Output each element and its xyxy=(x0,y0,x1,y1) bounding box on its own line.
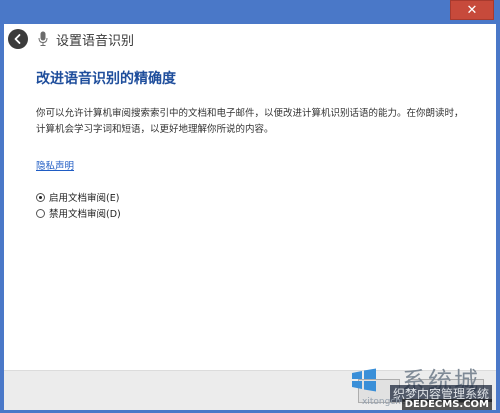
wizard-content: 改进语音识别的精确度 你可以允许计算机审阅搜索索引中的文档和电子邮件，以便改进计… xyxy=(36,68,476,221)
enable-review-label: 启用文档审阅(E) xyxy=(49,193,120,204)
disable-review-label: 禁用文档审阅(D) xyxy=(49,209,121,220)
page-title: 改进语音识别的精确度 xyxy=(36,71,176,87)
microphone-icon xyxy=(36,30,50,48)
privacy-statement-link[interactable]: 隐私声明 xyxy=(36,158,74,172)
wizard-title: 设置语音识别 xyxy=(56,33,135,49)
close-icon: ✕ xyxy=(466,3,478,18)
enable-review-radio[interactable] xyxy=(36,192,45,202)
site-watermark: 系统城 织梦内容管理系统 xitongcheng.com DEDECMS.COM xyxy=(344,361,494,410)
watermark-domain-text: DEDECMS.COM xyxy=(401,399,492,410)
disable-review-radio[interactable] xyxy=(36,208,45,218)
window-title-bar[interactable]: ✕ xyxy=(0,0,500,24)
back-arrow-icon xyxy=(14,34,21,44)
enable-document-review-option[interactable]: 启用文档审阅(E) xyxy=(36,189,476,205)
close-button[interactable]: ✕ xyxy=(450,0,494,20)
watermark-logo-icon xyxy=(352,368,376,392)
back-button[interactable] xyxy=(8,29,28,49)
disable-document-review-option[interactable]: 禁用文档审阅(D) xyxy=(36,205,476,221)
wizard-header: 设置语音识别 xyxy=(4,24,496,54)
description-text: 你可以允许计算机审阅搜索索引中的文档和电子邮件，以便改进计算机识别话语的能力。在… xyxy=(36,108,464,135)
document-review-options: 启用文档审阅(E) 禁用文档审阅(D) xyxy=(36,189,476,221)
